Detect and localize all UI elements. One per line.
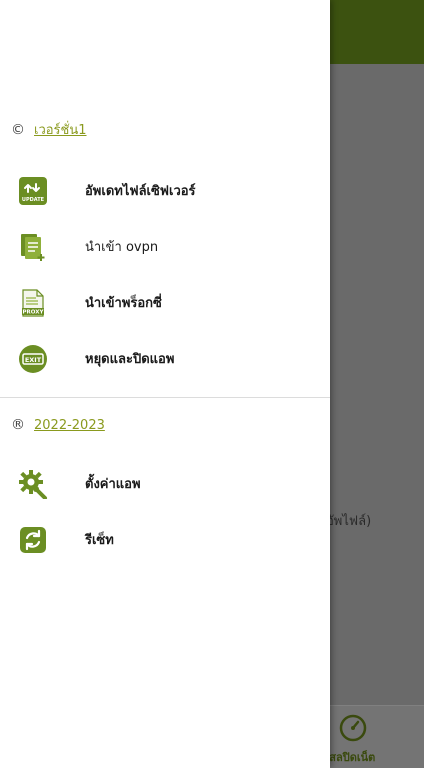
menu-item-import-proxy[interactable]: PROXY นำเข้าพร็อกซี่ [0, 277, 330, 327]
menu-item-reset[interactable]: รีเซ็ท [0, 514, 330, 564]
drawer-divider [0, 397, 330, 398]
exit-icon: EXIT [19, 345, 47, 373]
menu-item-import-ovpn[interactable]: นำเข้า ovpn [0, 221, 330, 271]
svg-text:UPDATE: UPDATE [22, 197, 45, 203]
settings-icon [19, 470, 47, 499]
menu-item-label: ตั้งค่าแอพ [85, 476, 141, 492]
menu-item-label: หยุดและปิดแอพ [85, 351, 175, 367]
speedometer-icon[interactable] [338, 713, 368, 743]
menu-item-app-settings[interactable]: ตั้งค่าแอพ [0, 458, 330, 508]
navigation-drawer: © เวอร์ชั่น1 UPDATE อัพเดทไฟล์เซิฟเวอร์ … [0, 0, 330, 768]
menu-item-stop-and-exit[interactable]: EXIT หยุดและปิดแอพ [0, 333, 330, 383]
menu-item-label: รีเซ็ท [85, 532, 114, 548]
year-section: ® 2022-2023 [10, 417, 105, 433]
version-link[interactable]: เวอร์ชั่น1 [34, 119, 87, 140]
year-link[interactable]: 2022-2023 [34, 418, 105, 433]
import-file-icon [21, 234, 45, 261]
svg-text:EXIT: EXIT [25, 356, 42, 364]
menu-item-label: อัพเดทไฟล์เซิฟเวอร์ [85, 183, 196, 199]
registered-symbol: ® [11, 417, 25, 433]
reset-icon [20, 527, 46, 553]
background-text: อัพไฟล์) [326, 514, 372, 529]
menu-item-label: นำเข้าพร็อกซี่ [85, 295, 162, 311]
menu-item-update-server-files[interactable]: UPDATE อัพเดทไฟล์เซิฟเวอร์ [0, 165, 330, 215]
proxy-icon: PROXY [22, 289, 45, 317]
update-icon: UPDATE [19, 177, 47, 205]
svg-text:PROXY: PROXY [23, 310, 45, 316]
version-section: © เวอร์ชั่น1 [10, 119, 87, 140]
menu-item-label: นำเข้า ovpn [85, 239, 159, 255]
copyright-symbol: © [11, 121, 25, 138]
